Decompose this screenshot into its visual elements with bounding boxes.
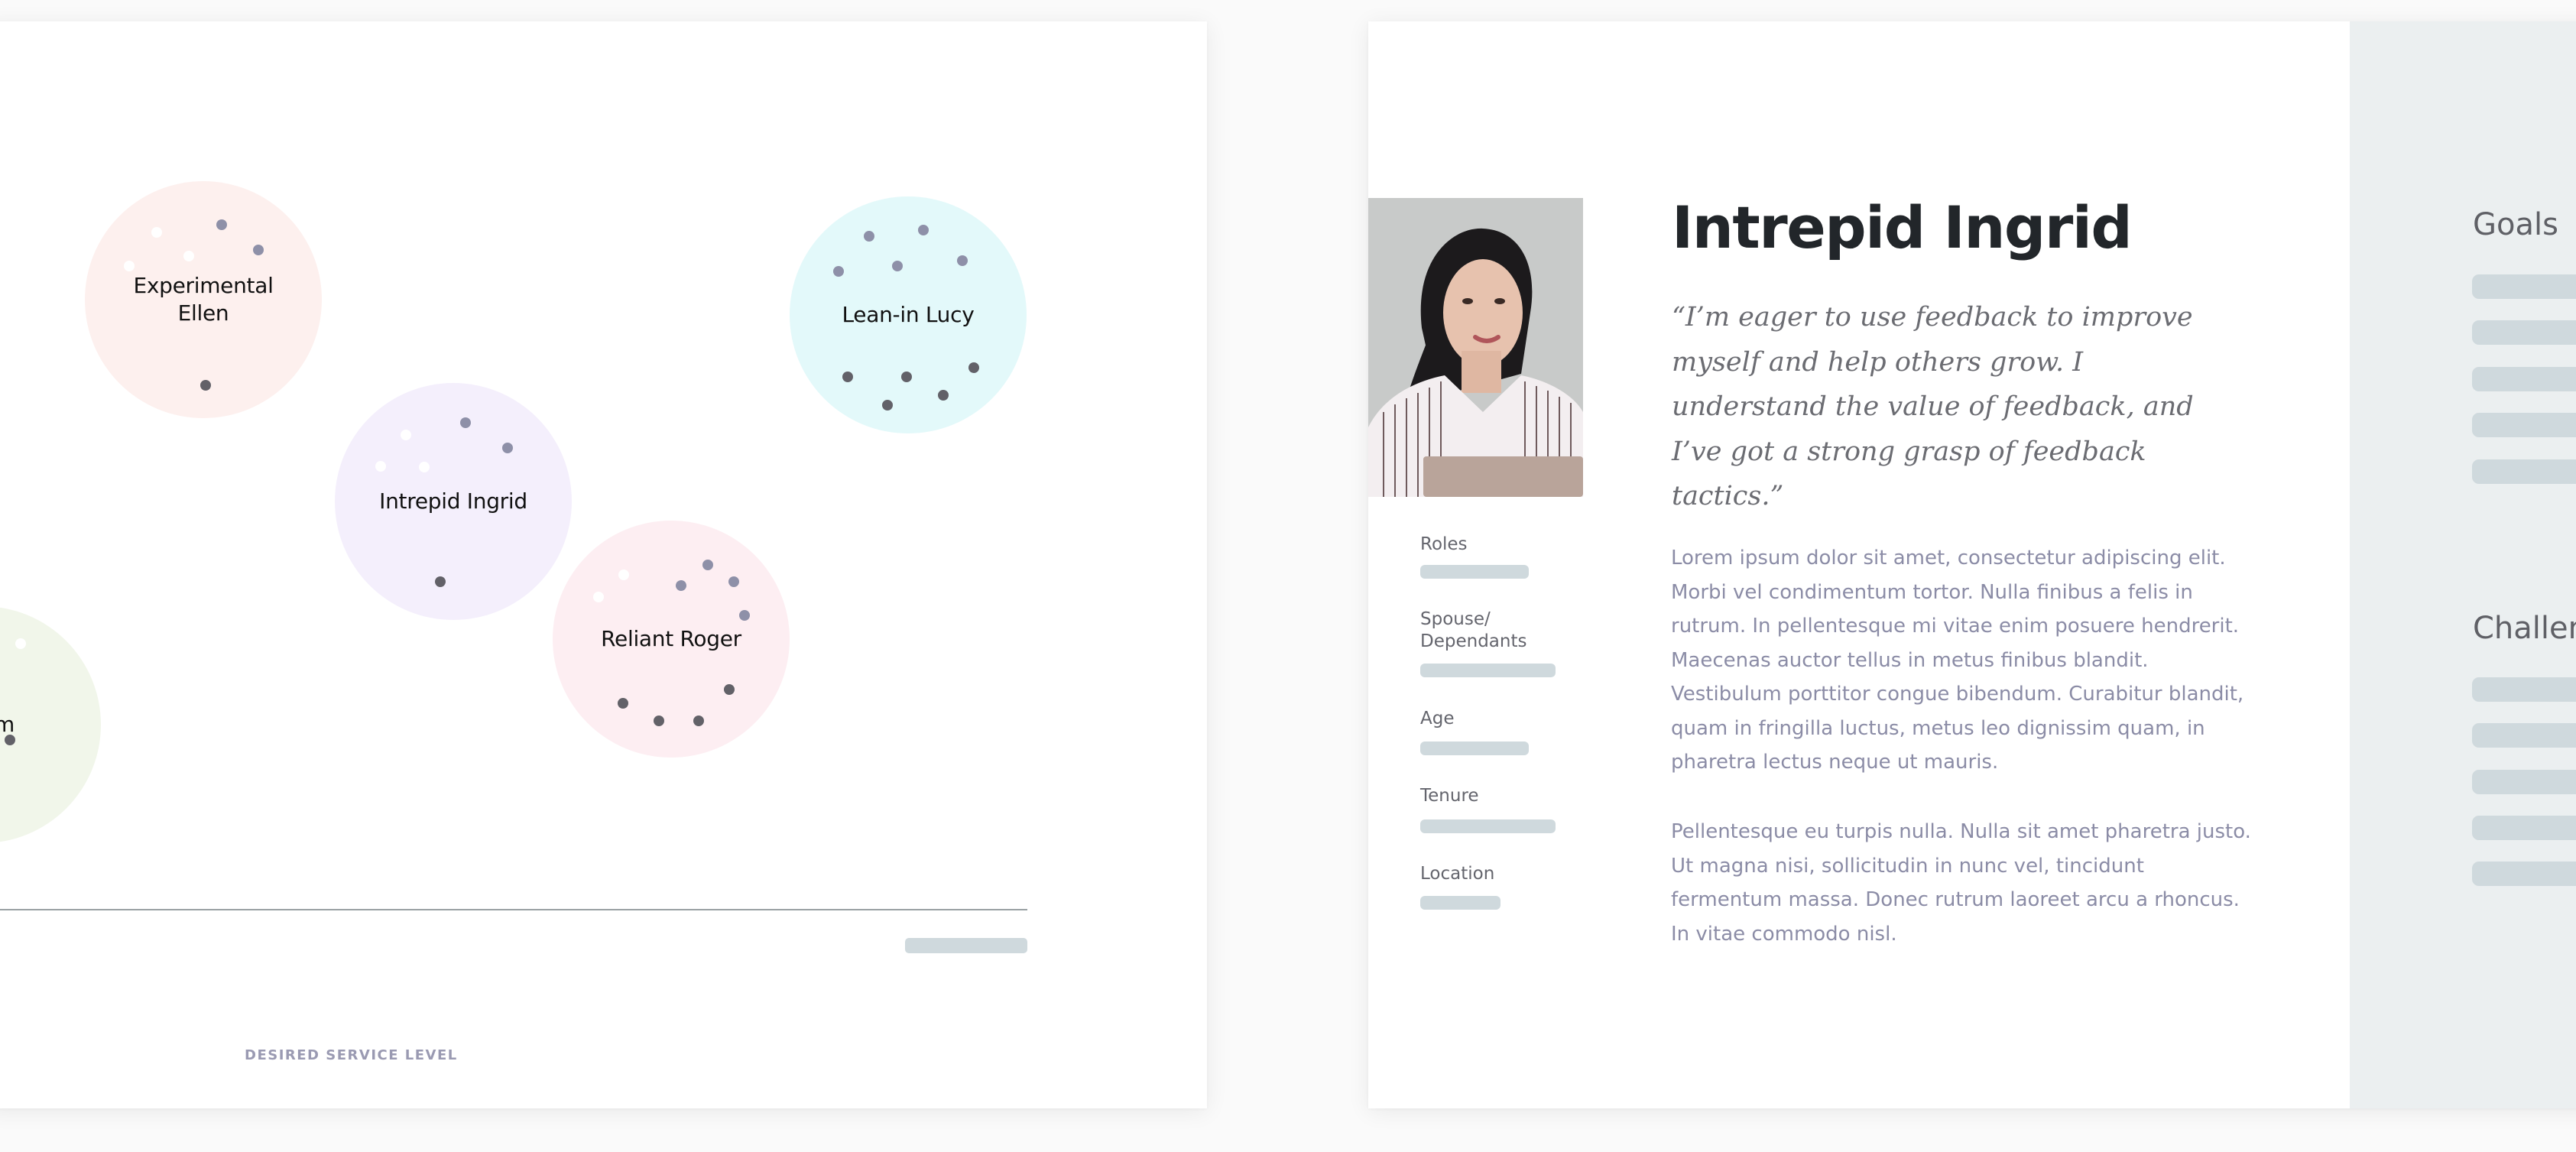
persona-dot-medium [957, 255, 968, 266]
challenges-line [2472, 862, 2576, 886]
persona-bubble[interactable]: Reliant Roger [553, 521, 790, 758]
attr-label-age: Age [1420, 709, 1455, 729]
persona-dot-light [183, 251, 194, 261]
challenges-line [2472, 723, 2576, 748]
persona-dot-light [15, 638, 26, 649]
persona-dot-medium [460, 417, 471, 428]
goals-line [2472, 367, 2576, 391]
persona-dot-light [618, 570, 629, 580]
goals-heading: Goals [2473, 207, 2558, 242]
persona-dot-dark [882, 400, 893, 411]
goals-line [2472, 459, 2576, 484]
persona-dot-medium [502, 443, 513, 453]
persona-dot-light [151, 227, 162, 238]
persona-bubble[interactable]: Lean-in Lucy [790, 196, 1027, 433]
persona-dot-light [401, 430, 411, 440]
persona-dot-medium [833, 266, 844, 277]
persona-bubble[interactable]: Intrepid Ingrid [335, 383, 572, 620]
persona-dot-medium [702, 560, 713, 570]
persona-dot-dark [938, 390, 949, 401]
persona-dot-medium [892, 261, 903, 271]
attr-label-spouse-dependants: Spouse/ Dependants [1420, 609, 1527, 651]
challenges-heading: Challenges [2473, 611, 2576, 646]
persona-dot-dark [724, 684, 735, 695]
attr-placeholder-location [1420, 896, 1501, 910]
body-paragraph-1: Lorem ipsum dolor sit amet, consectetur … [1671, 547, 2244, 774]
persona-bubble-label: Lean-in Lucy [842, 302, 975, 327]
persona-dot-medium [739, 610, 750, 621]
attr-label-location: Location [1420, 864, 1495, 884]
challenges-line [2472, 816, 2576, 840]
attr-label-roles: Roles [1420, 534, 1468, 554]
challenges-line [2472, 677, 2576, 702]
persona-dot-light [124, 261, 135, 271]
persona-dot-dark [968, 362, 979, 373]
axis-line [0, 909, 1027, 910]
persona-dot-dark [901, 372, 912, 382]
persona-dot-dark [693, 716, 704, 726]
attr-placeholder-roles [1420, 565, 1529, 579]
persona-dot-dark [435, 576, 446, 587]
persona-dot-medium [216, 219, 227, 230]
persona-dot-medium [253, 245, 264, 255]
persona-dot-medium [676, 580, 686, 591]
goals-line [2472, 320, 2576, 345]
axis-placeholder-bar [905, 938, 1027, 953]
attr-placeholder-age [1420, 741, 1529, 755]
persona-bubble-label: Experimental Ellen [133, 273, 274, 326]
persona-bubble-label: Intrepid Ingrid [379, 488, 527, 514]
persona-dot-dark [842, 372, 853, 382]
persona-dot-dark [618, 698, 628, 709]
persona-dot-dark [200, 380, 211, 391]
persona-bubble-label: Tom [0, 712, 15, 737]
persona-detail-card: Intrepid Ingrid “I’m eager to use feedba… [1368, 21, 2576, 1108]
persona-quote: “I’m eager to use feedback to improve my… [1672, 302, 2194, 511]
persona-dot-medium [918, 225, 929, 235]
attr-placeholder-spouse-dependants [1420, 664, 1556, 677]
persona-dot-light [375, 461, 386, 472]
persona-dot-light [419, 462, 430, 472]
persona-dot-dark [654, 716, 664, 726]
persona-photo [1368, 198, 1583, 497]
body-paragraph-2: Pellentesque eu turpis nulla. Nulla sit … [1671, 820, 2251, 946]
challenges-line [2472, 770, 2576, 794]
side-panel: Goals Challenges [2350, 21, 2576, 1108]
axis-label: DESIRED SERVICE LEVEL [245, 1047, 458, 1063]
persona-title: Intrepid Ingrid [1672, 193, 2133, 261]
persona-map-card: Experimental Ellen Lean-in Lucy Intrepid I… [0, 21, 1207, 1108]
portrait-image [1368, 198, 1583, 497]
persona-dot-light [593, 592, 604, 602]
persona-dot-medium [864, 231, 874, 242]
attr-placeholder-tenure [1420, 819, 1556, 833]
persona-dot-medium [728, 576, 739, 587]
goals-line [2472, 274, 2576, 299]
goals-line [2472, 413, 2576, 437]
attr-label-tenure: Tenure [1420, 786, 1479, 806]
persona-bubble-label: Reliant Roger [601, 626, 741, 651]
